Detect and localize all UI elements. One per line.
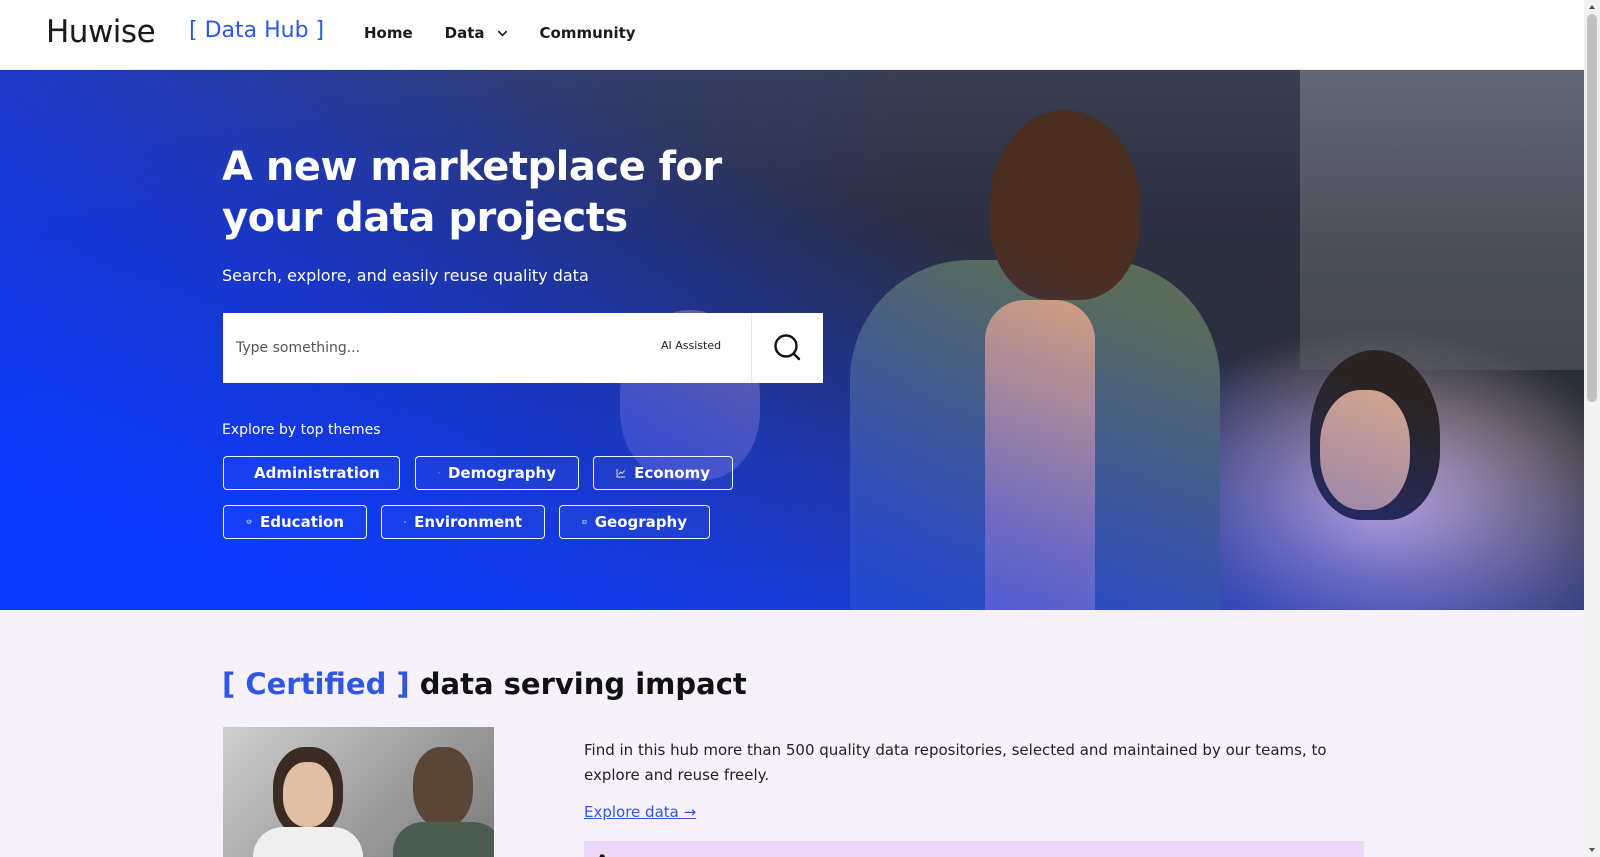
theme-administration-label: Administration	[254, 464, 380, 482]
search-bar: AI Assisted	[223, 313, 823, 383]
atom-icon	[404, 521, 406, 523]
search-input[interactable]	[223, 313, 643, 383]
certified-title-accent: [ Certified ]	[222, 667, 410, 701]
search-icon	[773, 334, 800, 361]
image-woman-face	[283, 762, 333, 827]
certified-description: Find in this hub more than 500 quality d…	[584, 741, 1327, 784]
hero-banner: A new marketplace for your data projects…	[0, 70, 1584, 610]
theme-environment-label: Environment	[414, 513, 522, 531]
image-man-head	[413, 747, 473, 827]
top-header: Huwise [ Data Hub ] Home Data Community	[0, 0, 1584, 70]
map-icon	[582, 519, 587, 525]
page-scrollbar[interactable]	[1584, 0, 1600, 857]
certified-section-title: [ Certified ] data serving impact	[222, 667, 747, 701]
certified-section-image	[223, 727, 494, 857]
graduation-cap-icon	[246, 519, 252, 524]
people-icon	[438, 472, 440, 474]
image-man-jacket	[393, 822, 494, 857]
theme-administration[interactable]: Administration	[223, 456, 400, 490]
chart-line-icon	[616, 468, 626, 478]
themes-label: Explore by top themes	[222, 422, 381, 438]
logo[interactable]: Huwise	[46, 14, 156, 50]
scrollbar-thumb[interactable]	[1587, 14, 1597, 402]
theme-demography[interactable]: Demography	[415, 456, 579, 490]
theme-demography-label: Demography	[447, 464, 556, 482]
hero-title: A new marketplace for your data projects	[222, 144, 722, 241]
chevron-down-icon	[497, 30, 507, 37]
image-woman-coat	[253, 827, 363, 857]
theme-environment[interactable]: Environment	[381, 505, 545, 539]
nav-home-label: Home	[364, 24, 413, 42]
theme-economy-label: Economy	[634, 464, 710, 482]
nav-home[interactable]: Home	[364, 24, 413, 42]
nav-data-label: Data	[444, 24, 485, 42]
ai-assisted-label[interactable]: AI Assisted	[661, 339, 721, 352]
explore-data-link[interactable]: Explore data →	[584, 803, 696, 821]
nav-data-dropdown[interactable]: Data	[445, 24, 508, 42]
theme-education-label: Education	[260, 513, 344, 531]
theme-education[interactable]: Education	[223, 505, 367, 539]
theme-economy[interactable]: Economy	[593, 456, 733, 490]
search-button[interactable]	[751, 313, 823, 383]
certified-info-banner: A	[584, 841, 1364, 857]
main-nav: Home Data Community	[364, 24, 636, 42]
scroll-up-arrow-icon[interactable]	[1587, 2, 1597, 12]
nav-community[interactable]: Community	[540, 24, 636, 42]
nav-community-label: Community	[539, 24, 636, 42]
hub-name[interactable]: [ Data Hub ]	[189, 18, 324, 43]
scroll-down-arrow-icon[interactable]	[1587, 845, 1597, 855]
certified-title-rest: data serving impact	[409, 667, 747, 701]
theme-geography-label: Geography	[594, 513, 687, 531]
hero-subtitle: Search, explore, and easily reuse qualit…	[222, 266, 589, 285]
theme-geography[interactable]: Geography	[559, 505, 710, 539]
